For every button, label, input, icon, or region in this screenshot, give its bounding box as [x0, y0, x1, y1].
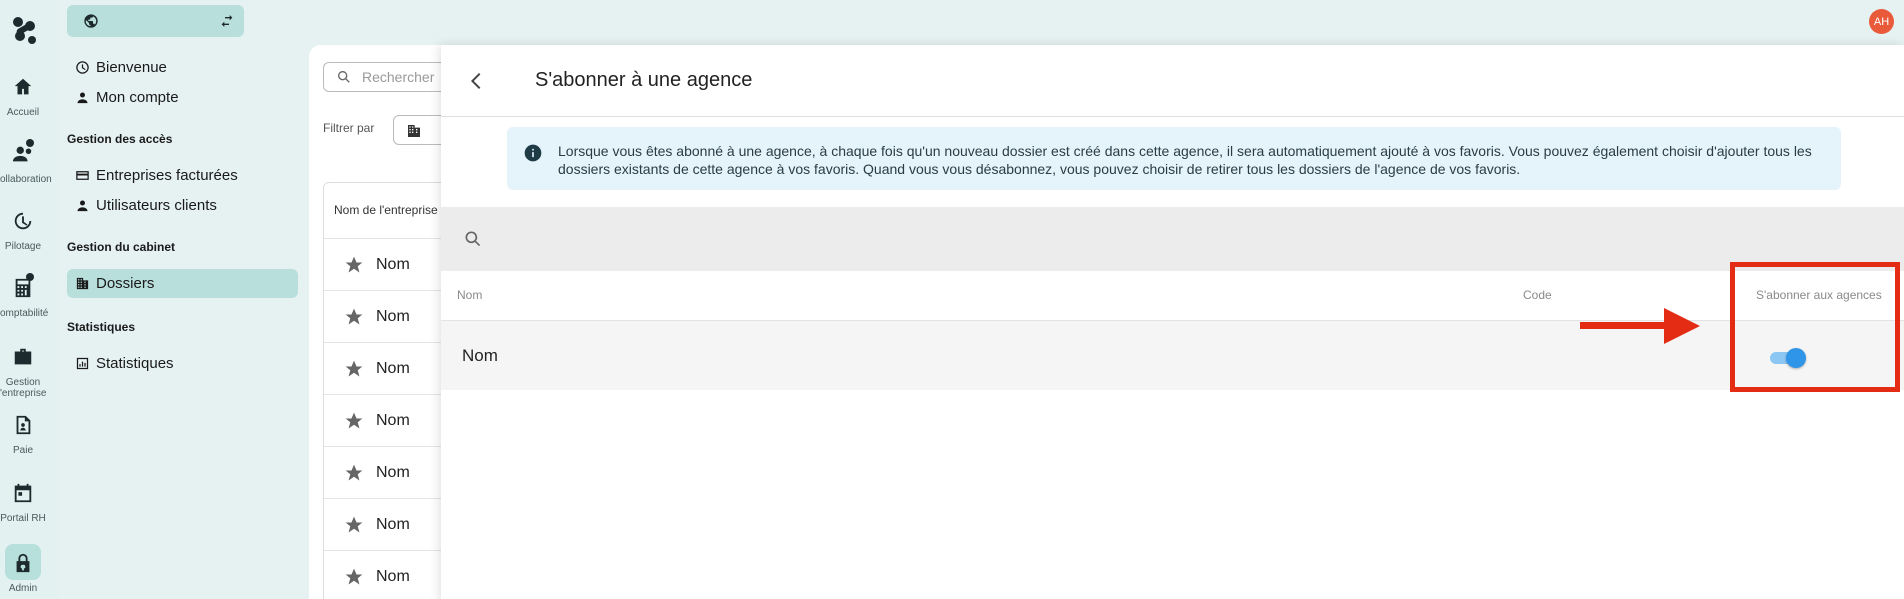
column-header-name[interactable]: Nom	[457, 288, 482, 302]
nav-item-label: Utilisateurs clients	[96, 196, 217, 214]
rail-item-admin[interactable]: Admin	[0, 552, 46, 594]
drawer-header: S'abonner à une agence	[441, 45, 1904, 117]
rail-item-collaboration[interactable]: ollaboration	[0, 139, 52, 185]
rail-item-accueil[interactable]: Accueil	[0, 76, 46, 118]
star-icon[interactable]	[344, 255, 364, 275]
nav-item-label: Dossiers	[96, 274, 155, 292]
info-banner: Lorsque vous êtes abonné à une agence, à…	[507, 127, 1841, 190]
nav-item-label: Entreprises facturées	[96, 166, 238, 184]
star-icon[interactable]	[344, 567, 364, 587]
annotation-arrow-icon	[1580, 308, 1700, 344]
building-icon	[408, 125, 420, 137]
rail-label: Gestion	[5, 377, 41, 388]
globe-icon	[84, 14, 98, 28]
nav-section-title: Gestion des accès	[67, 132, 173, 146]
row-name: Nom	[376, 307, 410, 325]
search-icon	[465, 231, 481, 247]
nav-item-bienvenue[interactable]: Bienvenue	[75, 54, 167, 80]
info-icon	[524, 144, 542, 162]
agency-search-bar	[441, 207, 1904, 271]
rail-item-paie[interactable]: Paie	[0, 414, 46, 456]
star-icon[interactable]	[344, 307, 364, 327]
drawer-title: S'abonner à une agence	[535, 69, 753, 91]
app-logo[interactable]	[8, 14, 40, 46]
rail-label: omptabilité	[0, 308, 49, 319]
nav-item-utilisateurs-clients[interactable]: Utilisateurs clients	[75, 192, 217, 218]
secondary-nav: Bienvenue Mon compte Gestion des accès E…	[59, 0, 309, 599]
building-icon	[76, 277, 89, 289]
nav-section-title: Statistiques	[67, 320, 136, 334]
workspace-switcher[interactable]	[67, 5, 244, 37]
column-header-code[interactable]: Code	[1523, 288, 1552, 302]
welcome-icon	[76, 60, 89, 74]
search-icon	[338, 71, 350, 83]
row-name: Nom	[376, 463, 410, 481]
rail-item-pilotage[interactable]: Pilotage	[0, 210, 46, 252]
person-icon	[77, 200, 88, 211]
avatar[interactable]: AH	[1869, 9, 1894, 34]
rail-item-gestion-entreprise[interactable]: Gestion 'entreprise	[0, 346, 46, 399]
nav-item-dossiers[interactable]: Dossiers	[75, 270, 154, 296]
agency-name: Nom	[462, 346, 498, 365]
rail-label: Pilotage	[4, 241, 42, 252]
nav-section-title: Gestion du cabinet	[67, 240, 176, 254]
app-rail: Accueil ollaboration Pilotage omptabilit…	[0, 0, 59, 599]
swap-icon	[221, 15, 233, 27]
person-icon	[77, 92, 88, 103]
gauge-icon	[14, 212, 32, 230]
rail-label: ollaboration	[0, 174, 52, 185]
rail-item-portail-rh[interactable]: Portail RH	[0, 482, 46, 524]
rail-label: Paie	[12, 445, 33, 456]
notification-dot	[26, 273, 34, 281]
rail-label: Admin	[8, 583, 38, 594]
calendar-icon	[14, 483, 32, 503]
filter-label: Filtrer par	[323, 121, 375, 135]
notification-dot	[26, 139, 34, 147]
rail-label: Portail RH	[0, 513, 46, 524]
info-text: Lorsque vous êtes abonné à une agence, à…	[558, 143, 1812, 177]
chevron-left-icon	[471, 73, 481, 89]
nav-item-label: Mon compte	[96, 88, 179, 106]
star-icon[interactable]	[344, 515, 364, 535]
nav-item-entreprises-facturees[interactable]: Entreprises facturées	[75, 162, 238, 188]
payslip-icon	[16, 415, 31, 435]
annotation-highlight-box	[1730, 262, 1900, 392]
star-icon[interactable]	[344, 463, 364, 483]
back-button[interactable]	[465, 69, 489, 93]
rail-item-comptabilite[interactable]: omptabilité	[0, 273, 49, 319]
background-search-placeholder: Rechercher	[362, 69, 435, 85]
lock-icon	[16, 553, 30, 573]
row-name: Nom	[376, 515, 410, 533]
home-icon	[14, 78, 32, 95]
bar-chart-icon	[76, 357, 89, 369]
row-name: Nom	[376, 255, 410, 273]
nav-item-label: Statistiques	[96, 354, 174, 372]
agency-search-input[interactable]	[501, 221, 1801, 257]
nav-item-statistiques[interactable]: Statistiques	[75, 350, 174, 376]
rail-label-2: 'entreprise	[0, 388, 47, 399]
row-name: Nom	[376, 411, 410, 429]
background-column-header: Nom de l'entreprise	[334, 203, 438, 217]
rail-label: Accueil	[6, 107, 40, 118]
credit-card-icon	[76, 170, 89, 180]
nav-item-label: Bienvenue	[96, 58, 167, 76]
star-icon[interactable]	[344, 359, 364, 379]
row-name: Nom	[376, 567, 410, 585]
star-icon[interactable]	[344, 411, 364, 431]
nav-item-mon-compte[interactable]: Mon compte	[75, 84, 179, 110]
row-name: Nom	[376, 359, 410, 377]
briefcase-icon	[14, 348, 32, 365]
